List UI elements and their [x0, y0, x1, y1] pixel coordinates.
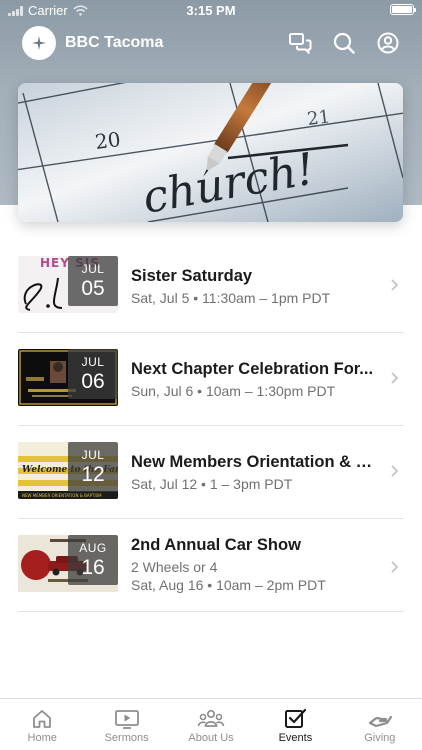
checkbox-icon: [285, 708, 307, 728]
badge-month: JUL: [81, 262, 105, 276]
tab-bar: Home Sermons About Us Events Giving: [0, 698, 422, 750]
tab-about-us[interactable]: About Us: [169, 699, 253, 750]
tab-label: About Us: [188, 732, 234, 744]
giving-hand-icon: [368, 715, 392, 728]
tab-label: Sermons: [104, 732, 149, 744]
profile-button[interactable]: [376, 31, 400, 55]
tab-label: Events: [278, 732, 313, 744]
event-title: Next Chapter Celebration For...: [131, 360, 374, 378]
event-text: Next Chapter Celebration For... Sun, Jul…: [131, 360, 374, 399]
calendar-church-illustration: 20 21 church!: [18, 83, 403, 222]
search-button[interactable]: [332, 31, 356, 55]
date-badge: JUL 12: [68, 442, 118, 492]
badge-day: 16: [81, 556, 105, 579]
app-header: BBC Tacoma: [22, 26, 400, 60]
chevron-right-icon: [391, 561, 399, 573]
messages-button[interactable]: [288, 31, 312, 55]
play-icon: [114, 710, 139, 729]
date-badge: AUG 16: [68, 535, 118, 585]
event-subtitle: 2 Wheels or 4: [131, 559, 218, 575]
chevron-right-icon: [391, 372, 399, 384]
tab-events[interactable]: Events: [253, 699, 337, 750]
event-thumbnail: HEY SIS JUL 05: [18, 256, 118, 313]
home-icon: [33, 710, 52, 728]
date-badge: JUL 05: [68, 256, 118, 306]
badge-month: JUL: [81, 448, 105, 462]
status-bar: Carrier 3:15 PM: [0, 0, 422, 22]
sparkle-icon: [32, 36, 46, 50]
calendar-number-21: 21: [306, 106, 331, 130]
header-actions: [288, 31, 400, 55]
battery-icon: [390, 4, 416, 15]
tab-label: Home: [27, 732, 57, 744]
date-badge: JUL 06: [68, 349, 118, 399]
event-row-next-chapter[interactable]: JUL 06 Next Chapter Celebration For... S…: [18, 333, 404, 426]
app-title: BBC Tacoma: [65, 34, 164, 51]
event-row-sister-saturday[interactable]: HEY SIS JUL 05 Sister Saturday Sat, Jul …: [18, 240, 404, 333]
event-thumbnail: JUL 06: [18, 349, 118, 406]
event-thumbnail: Welcome to the Family NEW MEMBER ORIENTA…: [18, 442, 118, 499]
event-text: 2nd Annual Car Show 2 Wheels or 4 Sat, A…: [131, 536, 374, 593]
badge-month: AUG: [79, 541, 107, 555]
event-thumbnail: AUG 16: [18, 535, 118, 592]
tab-home[interactable]: Home: [0, 699, 84, 750]
event-title: New Members Orientation & B...: [131, 453, 374, 471]
event-date-time: Sun, Jul 6 • 10am – 1:30pm PDT: [131, 383, 336, 399]
event-date-time: Sat, Jul 12 • 1 – 3pm PDT: [131, 476, 293, 492]
event-date-time: Sat, Jul 5 • 11:30am – 1pm PDT: [131, 290, 331, 306]
chevron-right-icon: [391, 279, 399, 291]
tab-giving[interactable]: Giving: [338, 699, 422, 750]
featured-banner[interactable]: 20 21 church!: [18, 83, 403, 222]
church-logo[interactable]: [22, 26, 56, 60]
profile-icon: [377, 32, 399, 54]
event-row-car-show[interactable]: AUG 16 2nd Annual Car Show 2 Wheels or 4…: [18, 519, 404, 612]
thumb-text-orientation: NEW MEMBER ORIENTATION & BAPTISM: [22, 493, 102, 498]
chevron-right-icon: [391, 465, 399, 477]
calendar-number-20: 20: [94, 127, 122, 154]
people-icon: [197, 709, 225, 727]
tab-sermons[interactable]: Sermons: [84, 699, 168, 750]
search-icon: [333, 32, 355, 54]
event-date-time: Sat, Aug 16 • 10am – 2pm PDT: [131, 577, 326, 593]
event-text: Sister Saturday Sat, Jul 5 • 11:30am – 1…: [131, 267, 374, 306]
event-title: Sister Saturday: [131, 267, 253, 285]
events-list: HEY SIS JUL 05 Sister Saturday Sat, Jul …: [18, 240, 404, 612]
tab-label: Giving: [364, 732, 396, 744]
event-text: New Members Orientation & B... Sat, Jul …: [131, 453, 374, 492]
badge-day: 05: [81, 277, 105, 300]
chat-bubbles-icon: [289, 33, 312, 54]
event-title: 2nd Annual Car Show: [131, 536, 301, 554]
event-row-new-members[interactable]: Welcome to the Family NEW MEMBER ORIENTA…: [18, 426, 404, 519]
status-time: 3:15 PM: [186, 3, 236, 18]
badge-day: 12: [81, 463, 105, 486]
badge-month: JUL: [81, 355, 105, 369]
badge-day: 06: [81, 370, 105, 393]
